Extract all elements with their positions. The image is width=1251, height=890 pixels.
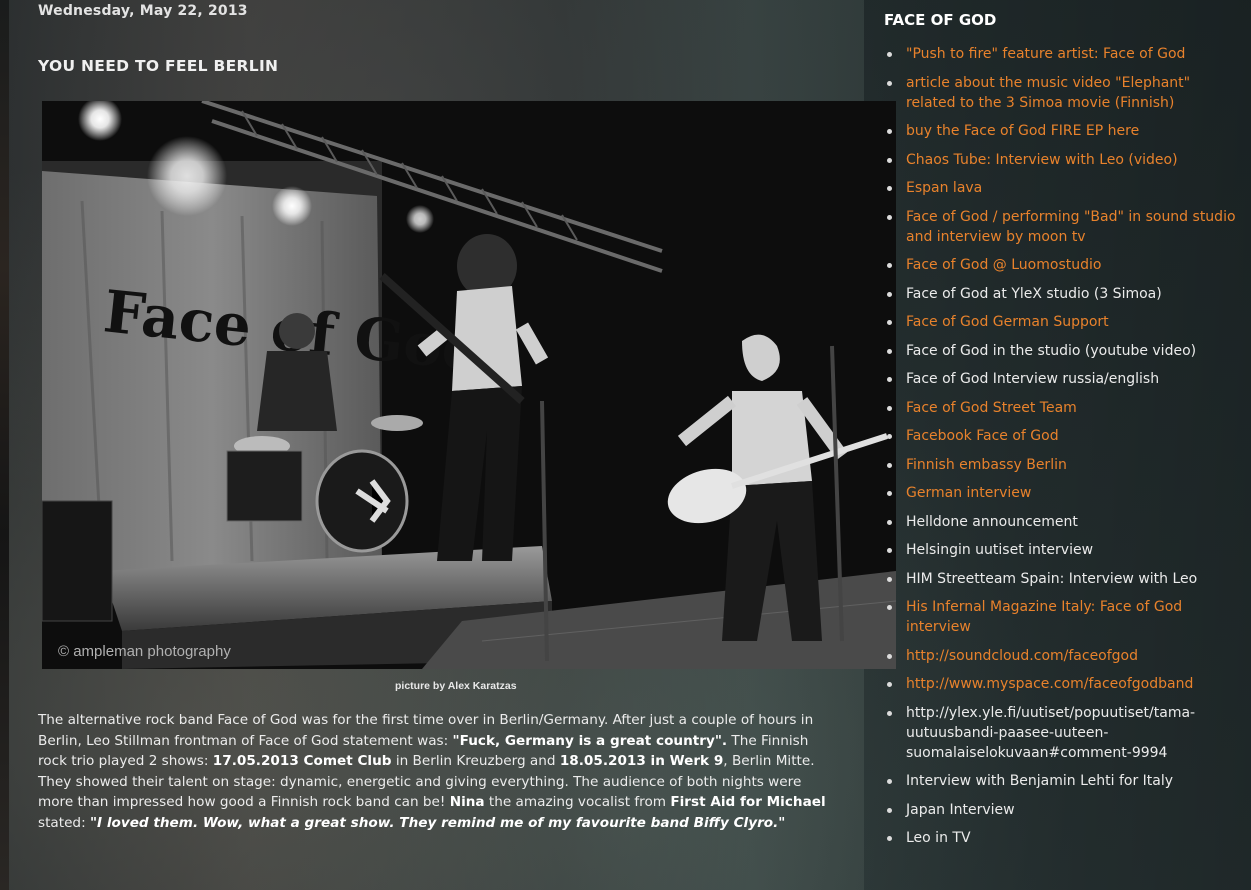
sidebar-item-label[interactable]: Face of God @ Luomostudio <box>906 257 1101 273</box>
bullet-icon <box>887 80 892 86</box>
sidebar-item[interactable]: Helldone announcement <box>884 512 1239 532</box>
photo-caption: picture by Alex Karatzas <box>395 680 517 692</box>
sidebar-item[interactable]: Face of God at YleX studio (3 Simoa) <box>884 284 1239 304</box>
sidebar-item[interactable]: His Infernal Magazine Italy: Face of God… <box>884 597 1239 637</box>
sidebar-item[interactable]: Face of God in the studio (youtube video… <box>884 341 1239 361</box>
bullet-icon <box>887 548 892 553</box>
sidebar-item[interactable]: http://www.myspace.com/faceofgodband <box>884 674 1239 694</box>
sidebar-item[interactable]: Espan lava <box>884 178 1239 198</box>
sidebar-item-label[interactable]: Face of God Interview russia/english <box>906 371 1159 387</box>
sidebar-item-label[interactable]: Face of God in the studio (youtube video… <box>906 343 1196 359</box>
bullet-icon <box>887 491 892 496</box>
bullet-icon <box>887 129 892 134</box>
sidebar-title: FACE OF GOD <box>884 11 997 29</box>
bullet-icon <box>887 320 892 325</box>
bullet-icon <box>887 576 892 582</box>
sidebar-item-label[interactable]: buy the Face of God FIRE EP here <box>906 123 1139 139</box>
left-edge-border <box>0 0 9 890</box>
sidebar-item[interactable]: Chaos Tube: Interview with Leo (video) <box>884 150 1239 170</box>
sidebar-item[interactable]: Interview with Benjamin Lehti for Italy <box>884 771 1239 791</box>
sidebar-item[interactable]: article about the music video "Elephant"… <box>884 73 1239 113</box>
bullet-icon <box>887 710 892 716</box>
sidebar-item-label[interactable]: Chaos Tube: Interview with Leo (video) <box>906 152 1178 168</box>
bullet-icon <box>887 377 892 382</box>
sidebar-item-label[interactable]: HIM Streetteam Spain: Interview with Leo <box>906 571 1197 587</box>
bullet-icon <box>887 405 892 411</box>
sidebar-item-label[interactable]: http://soundcloud.com/faceofgod <box>906 648 1138 664</box>
sidebar-item-label[interactable]: His Infernal Magazine Italy: Face of God… <box>906 599 1182 635</box>
sidebar-item[interactable]: Face of God Street Team <box>884 398 1239 418</box>
sidebar-item-label[interactable]: article about the music video "Elephant"… <box>906 75 1190 111</box>
sidebar-item-label[interactable]: German interview <box>906 485 1031 501</box>
sidebar-item[interactable]: Face of God @ Luomostudio <box>884 255 1239 275</box>
band-first-aid: First Aid for Michael <box>670 794 826 811</box>
quote-nina: "I loved them. Wow, what a great show. T… <box>89 814 786 831</box>
sidebar-item-label[interactable]: Face of God Street Team <box>906 400 1077 416</box>
sidebar-item-label[interactable]: Face of God / performing "Bad" in sound … <box>906 209 1236 245</box>
bullet-icon <box>887 434 892 439</box>
bullet-icon <box>887 263 892 268</box>
sidebar-item-label[interactable]: Face of God at YleX studio (3 Simoa) <box>906 286 1162 302</box>
concert-photo[interactable]: Face of God <box>42 101 896 669</box>
concert-photo-illustration: Face of God <box>42 101 896 669</box>
sidebar-item-label[interactable]: Interview with Benjamin Lehti for Italy <box>906 773 1173 789</box>
sidebar-item[interactable]: Facebook Face of God <box>884 426 1239 446</box>
bullet-icon <box>887 291 892 297</box>
sidebar-item[interactable]: buy the Face of God FIRE EP here <box>884 121 1239 141</box>
sidebar-item[interactable]: German interview <box>884 483 1239 503</box>
sidebar-link-list: "Push to fire" feature artist: Face of G… <box>884 44 1239 857</box>
sidebar-item[interactable]: Face of God Interview russia/english <box>884 369 1239 389</box>
sidebar-item[interactable]: Japan Interview <box>884 800 1239 820</box>
name-nina: Nina <box>449 794 485 811</box>
sidebar-item[interactable]: Face of God German Support <box>884 312 1239 332</box>
bullet-icon <box>887 605 892 610</box>
sidebar-item-label[interactable]: "Push to fire" feature artist: Face of G… <box>906 46 1185 62</box>
body-text-5: the amazing vocalist from <box>484 794 671 811</box>
sidebar-item[interactable]: http://ylex.yle.fi/uutiset/popuutiset/ta… <box>884 703 1239 763</box>
bullet-icon <box>887 807 892 813</box>
sidebar-item[interactable]: Finnish embassy Berlin <box>884 455 1239 475</box>
sidebar-item-label[interactable]: http://www.myspace.com/faceofgodband <box>906 676 1193 692</box>
bullet-icon <box>887 462 892 468</box>
sidebar-item-label[interactable]: Japan Interview <box>906 802 1015 818</box>
body-text-6: stated: <box>38 814 90 831</box>
sidebar-item[interactable]: http://soundcloud.com/faceofgod <box>884 646 1239 666</box>
bullet-icon <box>887 157 892 163</box>
post-title[interactable]: YOU NEED TO FEEL BERLIN <box>38 57 278 75</box>
bullet-icon <box>887 52 892 57</box>
sidebar-item[interactable]: Leo in TV <box>884 828 1239 848</box>
bullet-icon <box>887 779 892 784</box>
bullet-icon <box>887 186 892 191</box>
post-date: Wednesday, May 22, 2013 <box>38 3 248 19</box>
show-werk-9: 18.05.2013 in Werk 9 <box>559 753 724 770</box>
sidebar-item[interactable]: Face of God / performing "Bad" in sound … <box>884 207 1239 247</box>
post-body: The alternative rock band Face of God wa… <box>38 710 838 834</box>
sidebar-item[interactable]: Helsingin uutiset interview <box>884 540 1239 560</box>
bullet-icon <box>887 348 892 354</box>
sidebar-item-label[interactable]: Facebook Face of God <box>906 428 1059 444</box>
quote-leo: "Fuck, Germany is a great country". <box>452 732 728 749</box>
sidebar-item[interactable]: HIM Streetteam Spain: Interview with Leo <box>884 569 1239 589</box>
sidebar-item-label[interactable]: Leo in TV <box>906 830 971 846</box>
photo-watermark: © ampleman photography <box>58 643 231 660</box>
sidebar-item-label[interactable]: Helldone announcement <box>906 514 1078 530</box>
bullet-icon <box>887 214 892 220</box>
bullet-icon <box>887 519 892 525</box>
sidebar-item[interactable]: "Push to fire" feature artist: Face of G… <box>884 44 1239 64</box>
sidebar-item-label[interactable]: Finnish embassy Berlin <box>906 457 1067 473</box>
show-comet-club: 17.05.2013 Comet Club <box>212 753 392 770</box>
body-text-3: in Berlin Kreuzberg and <box>391 753 560 770</box>
bullet-icon <box>887 682 892 687</box>
sidebar-item-label[interactable]: Face of God German Support <box>906 314 1109 330</box>
sidebar-item-label[interactable]: Helsingin uutiset interview <box>906 542 1093 558</box>
sidebar-item-label[interactable]: http://ylex.yle.fi/uutiset/popuutiset/ta… <box>906 705 1195 761</box>
bullet-icon <box>887 836 892 841</box>
sidebar-item-label[interactable]: Espan lava <box>906 180 982 196</box>
bullet-icon <box>887 653 892 659</box>
